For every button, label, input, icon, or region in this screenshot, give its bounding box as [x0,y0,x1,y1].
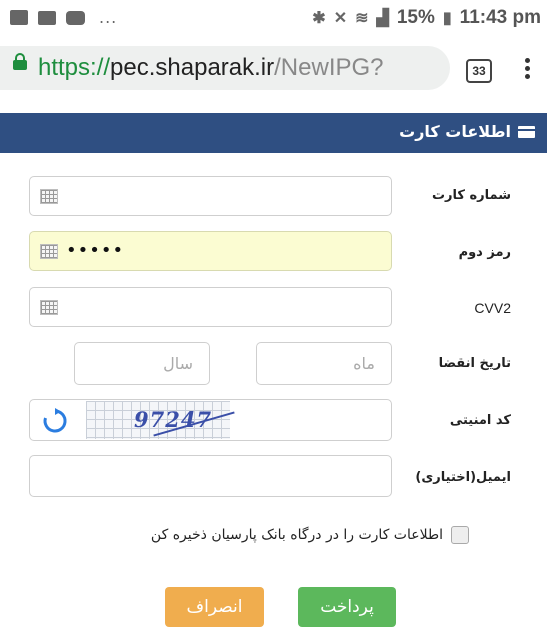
browser-toolbar: https://pec.shaparak.ir/NewIPG? 33 [0,38,547,102]
captcha-box: 97247 [29,399,392,441]
email-input[interactable] [29,455,392,497]
save-card-row: اطلاعات کارت را در درگاه بانک پارسیان ذخ… [151,526,469,544]
save-card-label[interactable]: اطلاعات کارت را در درگاه بانک پارسیان ذخ… [151,527,443,543]
captcha-image: 97247 [86,401,235,439]
cancel-button[interactable]: انصراف [165,587,264,627]
lock-icon[interactable] [13,53,27,70]
expiry-year-input[interactable] [74,342,210,385]
message-notification-icon [38,10,56,25]
card-number-label: شماره کارت [431,188,511,203]
url-text[interactable]: https://pec.shaparak.ir/NewIPG? [38,54,384,82]
system-status: ✱ ✕ ≋ ▟ 15% ▮ 11:43 pm [312,7,541,29]
credit-card-icon [518,126,535,138]
url-host: pec.shaparak.ir [110,54,275,81]
save-card-checkbox[interactable] [451,526,469,544]
month-field[interactable] [257,343,391,384]
address-bar[interactable]: https://pec.shaparak.ir/NewIPG? [0,46,450,90]
wifi-icon: ≋ [355,10,369,27]
password-mask: ••••• [66,240,125,261]
virtual-keypad-icon[interactable] [40,189,58,204]
url-scheme: https:// [38,54,111,81]
browser-menu-icon[interactable] [523,58,531,84]
bluetooth-icon: ✱ [312,10,326,27]
virtual-keypad-icon[interactable] [40,300,58,315]
card-info-header: اطلاعات کارت [0,113,547,153]
header-title: اطلاعات کارت [399,122,511,141]
security-code-label: کد امنیتی [449,413,511,428]
second-password-label: رمز دوم [458,245,511,260]
pay-button[interactable]: پرداخت [298,587,396,627]
more-notifications-icon: ... [99,8,118,27]
gallery-notification-icon [10,10,28,25]
virtual-keypad-icon[interactable] [40,244,58,259]
expiry-label: تاریخ انقضا [438,356,511,371]
url-path: /NewIPG? [274,54,384,81]
notification-icons: ... [10,8,117,27]
card-number-input[interactable] [29,176,392,216]
battery-level: 15% [396,7,435,28]
year-field[interactable] [75,343,209,384]
cvv2-label: CVV2 [474,300,511,316]
expiry-month-input[interactable] [256,342,392,385]
battery-icon: ▮ [442,10,452,27]
cvv2-input[interactable] [29,287,392,327]
email-label: ایمیل(اختیاری) [415,470,511,485]
video-notification-icon [66,10,85,25]
signal-icon: ▟ [376,10,389,27]
refresh-captcha-icon[interactable] [42,408,68,434]
tab-switcher-button[interactable]: 33 [466,59,492,83]
status-bar: ... ✱ ✕ ≋ ▟ 15% ▮ 11:43 pm [0,0,547,38]
second-password-input[interactable]: ••••• [29,231,392,271]
clock: 11:43 pm [459,7,541,28]
mute-icon: ✕ [333,10,348,27]
